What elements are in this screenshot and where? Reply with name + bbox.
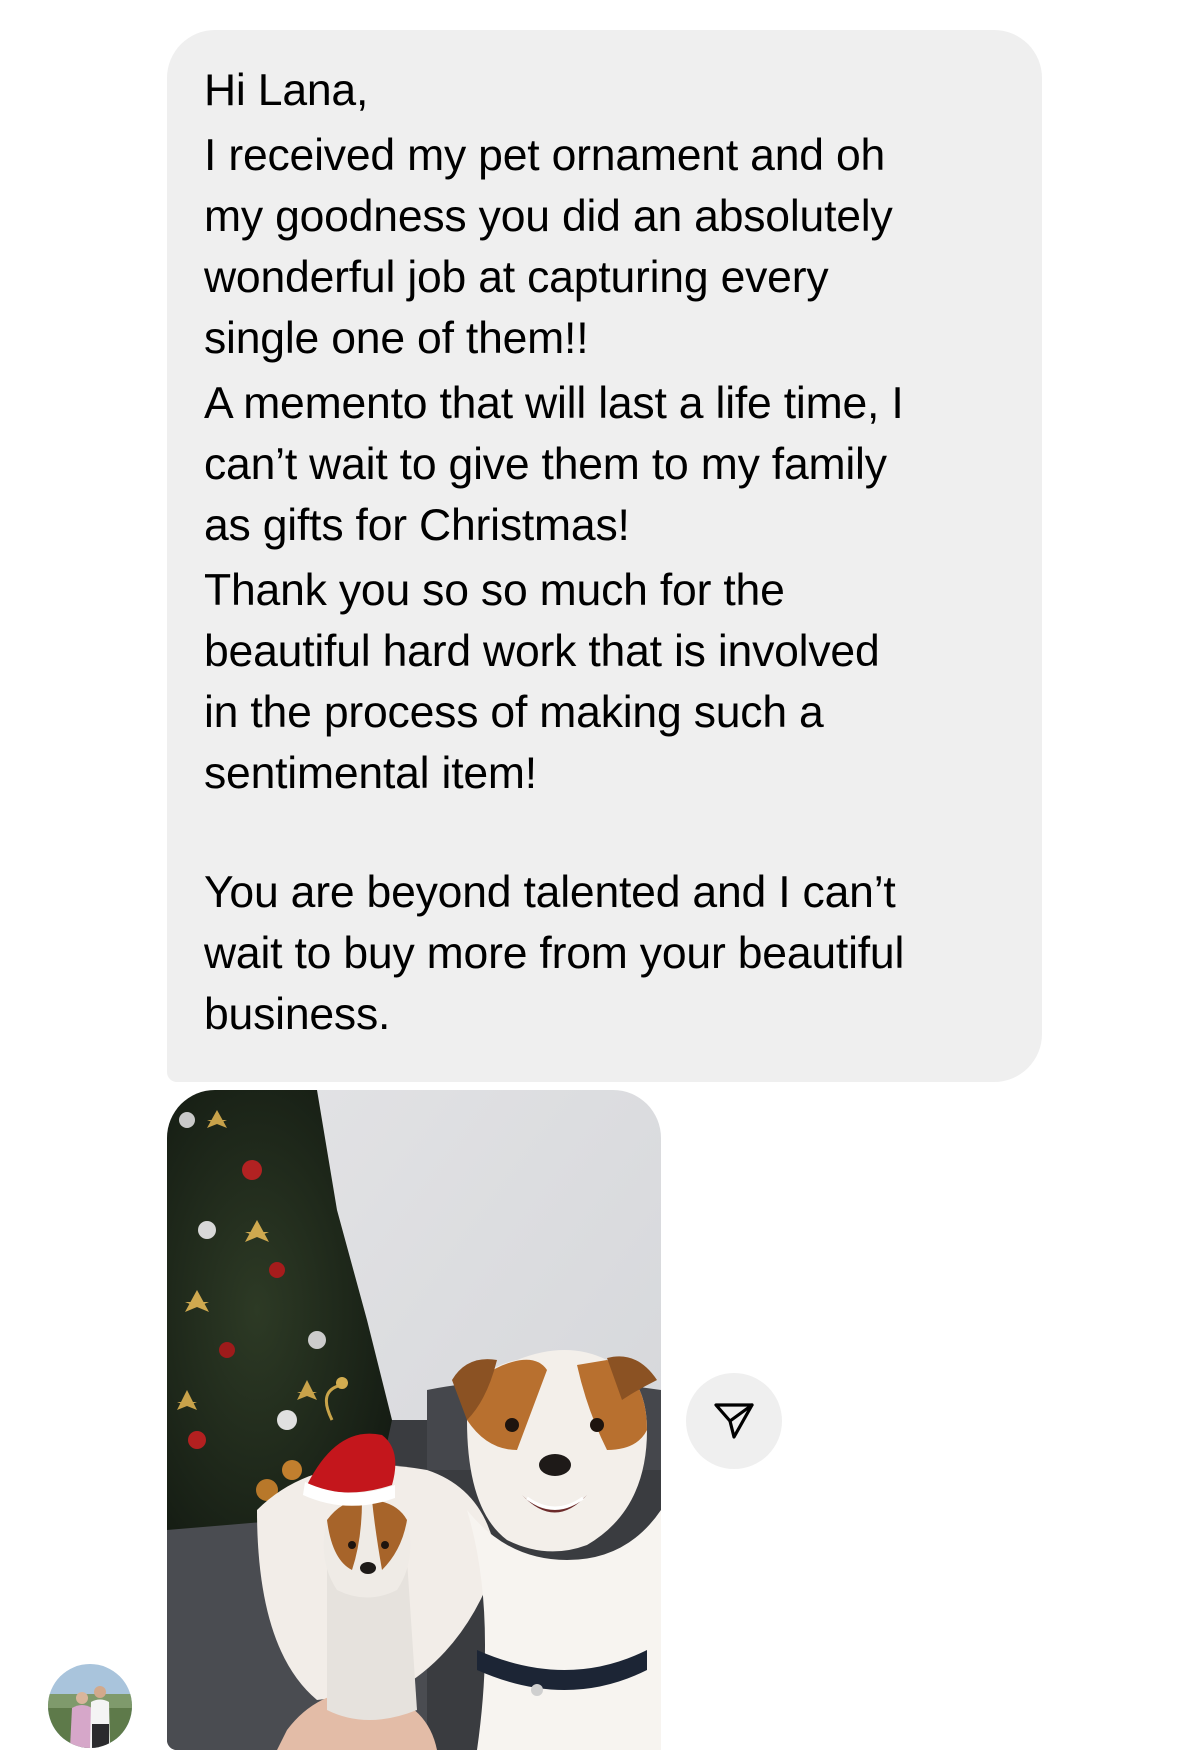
message-paragraph: I received my pet ornament and oh my goo…	[204, 131, 893, 363]
message-paragraph: You are beyond talented and I can’t wait…	[204, 868, 905, 1039]
message-bubble[interactable]: Hi Lana, I received my pet ornament and …	[167, 30, 1042, 1082]
message-paragraph: A memento that will last a life time, I …	[204, 379, 904, 550]
paper-plane-icon	[714, 1403, 754, 1439]
photo-message[interactable]	[167, 1090, 661, 1750]
message-paragraph: Thank you so so much for the beautiful h…	[204, 566, 880, 798]
avatar-photo	[48, 1664, 132, 1748]
chat-thread: Hi Lana, I received my pet ornament and …	[0, 0, 1178, 1750]
share-button[interactable]	[686, 1373, 782, 1469]
message-paragraph-greeting: Hi Lana,	[204, 66, 369, 115]
sender-avatar[interactable]	[48, 1664, 132, 1748]
dog-ornament-photo	[167, 1090, 661, 1750]
